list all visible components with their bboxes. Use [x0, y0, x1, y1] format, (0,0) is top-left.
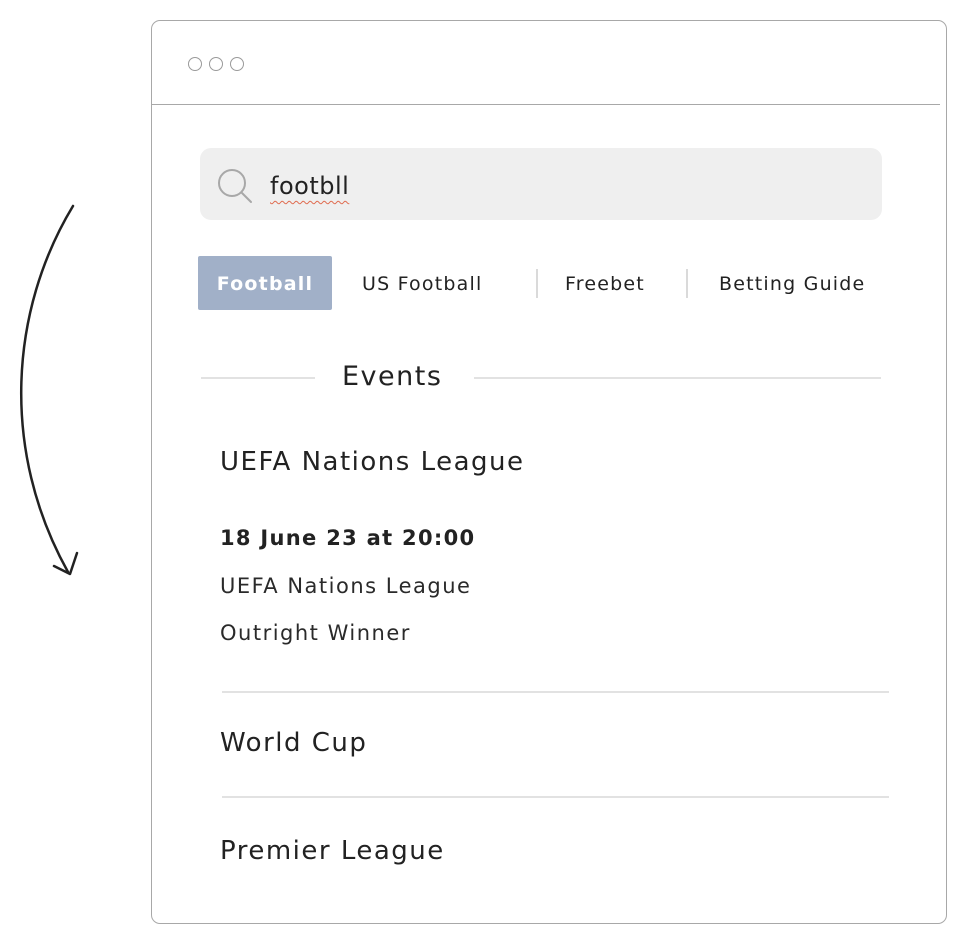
- window-minimize-dot[interactable]: [209, 57, 223, 71]
- event-item-world-cup[interactable]: World Cup: [220, 728, 367, 758]
- category-tabs: Football US Football Freebet Betting Gui…: [198, 256, 888, 310]
- tab-separator: [686, 269, 688, 298]
- list-divider: [222, 796, 889, 798]
- search-input[interactable]: footbll: [270, 148, 830, 220]
- events-section-header: Events: [201, 356, 881, 398]
- event-item-premier-league[interactable]: Premier League: [220, 836, 445, 866]
- list-divider: [222, 691, 889, 693]
- tab-betting-guide[interactable]: Betting Guide: [719, 256, 865, 310]
- tab-freebet[interactable]: Freebet: [565, 256, 645, 310]
- tab-football[interactable]: Football: [198, 256, 332, 310]
- event-market: Outright Winner: [220, 621, 411, 645]
- scroll-down-arrow-icon: [19, 204, 79, 576]
- window-titlebar: [152, 21, 940, 105]
- section-divider-left: [201, 377, 315, 379]
- event-competition: UEFA Nations League: [220, 574, 472, 598]
- window-controls: [188, 57, 244, 71]
- section-title: Events: [342, 361, 443, 392]
- window-maximize-dot[interactable]: [230, 57, 244, 71]
- tab-separator: [536, 269, 538, 298]
- event-item-uefa-nations-league[interactable]: UEFA Nations League: [220, 447, 525, 477]
- window-close-dot[interactable]: [188, 57, 202, 71]
- search-icon: [218, 169, 252, 203]
- search-bar[interactable]: footbll: [200, 148, 882, 220]
- section-divider-right: [474, 377, 881, 379]
- event-date: 18 June 23 at 20:00: [220, 526, 476, 550]
- tab-us-football[interactable]: US Football: [362, 256, 482, 310]
- browser-window: footbll Football US Football Freebet Bet…: [151, 20, 947, 924]
